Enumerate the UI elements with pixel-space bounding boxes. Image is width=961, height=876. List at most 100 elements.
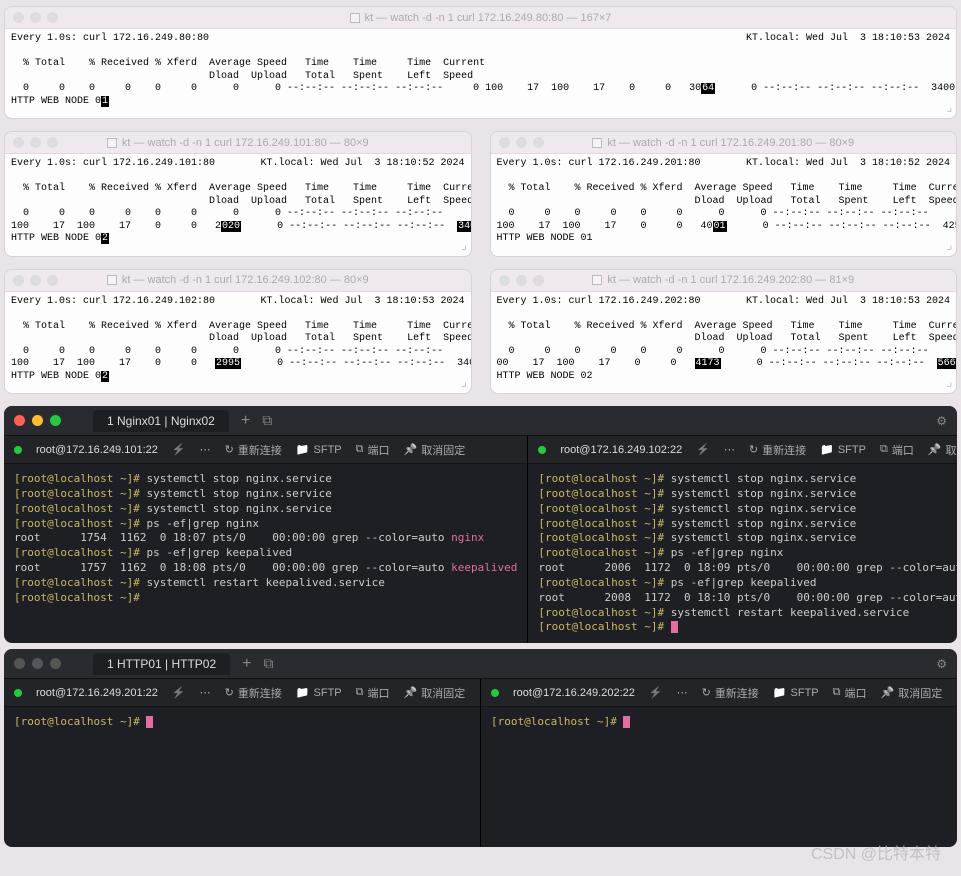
more-icon[interactable]: ⋯ [724, 443, 735, 456]
traffic-light-min[interactable] [30, 12, 41, 23]
pane-left: root@172.16.249.101:22 ⋯ 重新连接 SFTP 端口取消固定 [ro… [4, 436, 528, 643]
terminal-line: [root@localhost ~]# ps -ef|grep keepaliv… [538, 576, 957, 591]
host-label[interactable]: root@172.16.249.101:22 [36, 444, 158, 456]
resize-handle-icon[interactable]: ⌟ [460, 239, 467, 254]
traffic-light-close[interactable] [14, 658, 25, 669]
terminal-line: [root@localhost ~]# ps -ef|grep nginx [538, 546, 957, 561]
unpin-button[interactable]: 取消固定 [881, 685, 943, 701]
watch-cmd: Every 1.0s: curl 172.16.249.80:80 [11, 33, 209, 46]
port-button[interactable]: 端口 [880, 442, 914, 458]
port-button[interactable]: 端口 [356, 442, 390, 458]
unpin-button[interactable]: 取消固定 [404, 442, 466, 458]
unpin-button[interactable]: 取消固定 [928, 442, 957, 458]
unpin-button-icon [404, 686, 418, 699]
more-icon[interactable]: ⋯ [200, 686, 211, 699]
session-toolbar: root@172.16.249.101:22 ⋯ 重新连接 SFTP 端口取消固定 [4, 436, 527, 464]
unpin-button[interactable]: 取消固定 [404, 685, 466, 701]
split-icon[interactable]: ⧉ [262, 412, 272, 429]
curl-line-2: 100 17 100 17 0 0 2995 0 --:--:-- --:--:… [11, 358, 465, 371]
curl-header-2: Dload Upload Total Spent Left Speed [497, 333, 951, 346]
terminal-output[interactable]: [root@localhost ~]# [481, 707, 957, 847]
traffic-light-min[interactable] [516, 275, 527, 286]
reconnect-button[interactable]: 重新连接 [225, 442, 282, 458]
traffic-light-min[interactable] [516, 137, 527, 148]
bolt-icon[interactable] [649, 686, 663, 699]
traffic-light-close[interactable] [13, 12, 24, 23]
window-titlebar[interactable]: kt — watch -d -n 1 curl 172.16.249.102:8… [5, 270, 471, 292]
traffic-light-min[interactable] [30, 275, 41, 286]
split-icon[interactable]: ⧉ [264, 655, 274, 672]
terminal-output[interactable]: [root@localhost ~]# systemctl stop nginx… [528, 464, 957, 643]
traffic-light-min[interactable] [30, 137, 41, 148]
host-label[interactable]: root@172.16.249.202:22 [513, 687, 635, 699]
bolt-icon[interactable] [172, 443, 186, 456]
sftp-button[interactable]: SFTP [773, 686, 819, 699]
sftp-button[interactable]: SFTP [296, 686, 342, 699]
reconnect-button[interactable]: 重新连接 [749, 442, 806, 458]
reconnect-button[interactable]: 重新连接 [702, 685, 759, 701]
window-title: kt — watch -d -n 1 curl 172.16.249.80:80… [350, 12, 612, 24]
traffic-light-min[interactable] [32, 658, 43, 669]
http-node-label: HTTP WEB NODE 02 [11, 371, 465, 384]
traffic-light-close[interactable] [13, 137, 24, 148]
terminal-line: [root@localhost ~]# [14, 715, 470, 730]
sftp-button[interactable]: SFTP [296, 443, 342, 456]
tab-active[interactable]: 1 Nginx01 | Nginx02 [93, 410, 229, 432]
terminal-body[interactable]: Every 1.0s: curl 172.16.249.101:80KT.loc… [5, 154, 471, 256]
terminal-body[interactable]: Every 1.0s: curl 172.16.249.80:80KT.loca… [5, 29, 956, 118]
traffic-light-close[interactable] [499, 137, 510, 148]
terminal-body[interactable]: Every 1.0s: curl 172.16.249.202:80KT.loc… [491, 292, 957, 394]
sftp-button-icon [296, 443, 310, 456]
new-tab-button[interactable]: + [242, 655, 251, 673]
resize-handle-icon[interactable]: ⌟ [460, 376, 467, 391]
sftp-button[interactable]: SFTP [820, 443, 866, 456]
new-tab-button[interactable]: + [241, 412, 250, 430]
reconnect-button[interactable]: 重新连接 [225, 685, 282, 701]
resize-handle-icon[interactable]: ⌟ [946, 101, 953, 116]
http-node-label: HTTP WEB NODE 02 [11, 233, 465, 246]
traffic-light-max[interactable] [47, 12, 58, 23]
watch-timestamp: KT.local: Wed Jul 3 18:10:52 2024 [260, 158, 464, 171]
terminal-line: [root@localhost ~]# [538, 620, 957, 635]
curl-line-2: 100 17 100 17 0 0 2020 0 --:--:-- --:--:… [11, 221, 465, 234]
traffic-light-max[interactable] [533, 275, 544, 286]
terminal-output[interactable]: [root@localhost ~]# [4, 707, 480, 847]
more-icon[interactable]: ⋯ [200, 443, 211, 456]
folder-icon [592, 138, 602, 148]
http-node-label: HTTP WEB NODE 01 [11, 96, 950, 109]
cursor-icon [146, 716, 153, 728]
traffic-light-max[interactable] [50, 415, 61, 426]
traffic-light-close[interactable] [499, 275, 510, 286]
terminal-body[interactable]: Every 1.0s: curl 172.16.249.201:80KT.loc… [491, 154, 957, 256]
ssh-app-window: 1 Nginx01 | Nginx02 + ⧉ root@172.16.249.101… [4, 406, 957, 643]
host-label[interactable]: root@172.16.249.102:22 [560, 444, 682, 456]
resize-handle-icon[interactable]: ⌟ [946, 376, 953, 391]
window-titlebar[interactable]: kt — watch -d -n 1 curl 172.16.249.202:8… [491, 270, 957, 292]
bolt-icon[interactable] [172, 686, 186, 699]
traffic-light-min[interactable] [32, 415, 43, 426]
traffic-light-max[interactable] [47, 137, 58, 148]
window-titlebar[interactable]: kt — watch -d -n 1 curl 172.16.249.101:8… [5, 132, 471, 154]
traffic-light-max[interactable] [533, 137, 544, 148]
window-titlebar[interactable]: kt — watch -d -n 1 curl 172.16.249.80:80… [5, 7, 956, 29]
pane-left: root@172.16.249.201:22 ⋯ 重新连接 SFTP 端口取消固定 [ro… [4, 679, 481, 847]
gear-icon[interactable] [936, 414, 947, 428]
terminal-line: [root@localhost ~]# systemctl stop nginx… [538, 487, 957, 502]
folder-icon [592, 275, 602, 285]
terminal-body[interactable]: Every 1.0s: curl 172.16.249.102:80KT.loc… [5, 292, 471, 394]
curl-header-2: Dload Upload Total Spent Left Speed [11, 71, 950, 84]
traffic-light-max[interactable] [50, 658, 61, 669]
bolt-icon[interactable] [696, 443, 710, 456]
window-titlebar[interactable]: kt — watch -d -n 1 curl 172.16.249.201:8… [491, 132, 957, 154]
gear-icon[interactable] [936, 657, 947, 671]
traffic-light-close[interactable] [14, 415, 25, 426]
resize-handle-icon[interactable]: ⌟ [946, 239, 953, 254]
port-button[interactable]: 端口 [833, 685, 867, 701]
port-button[interactable]: 端口 [356, 685, 390, 701]
more-icon[interactable]: ⋯ [677, 686, 688, 699]
terminal-output[interactable]: [root@localhost ~]# systemctl stop nginx… [4, 464, 527, 614]
traffic-light-max[interactable] [47, 275, 58, 286]
host-label[interactable]: root@172.16.249.201:22 [36, 687, 158, 699]
tab-active[interactable]: 1 HTTP01 | HTTP02 [93, 653, 230, 675]
traffic-light-close[interactable] [13, 275, 24, 286]
